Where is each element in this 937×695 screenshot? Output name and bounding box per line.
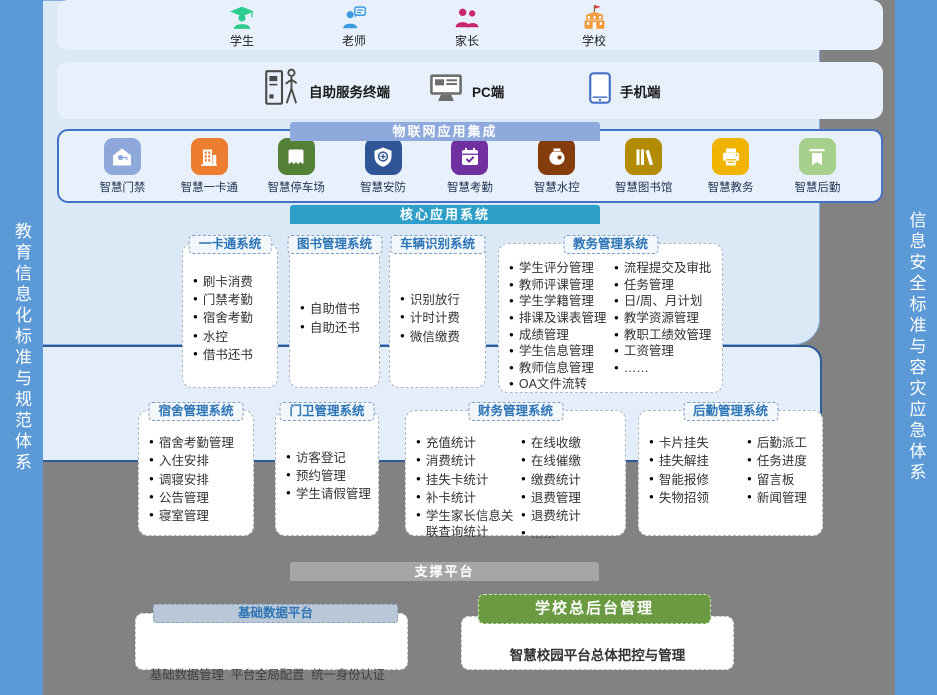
iot-app-edu-affairs: 智慧教务: [692, 138, 770, 195]
subsystem-items-col2: 流程提交及审批 任务管理 日/周、月计划 教学资源管理 教职工绩效管理 工资管理…: [614, 260, 711, 377]
iot-app-one-card: 智慧一卡通: [170, 138, 248, 195]
iot-app-attendance: 智慧考勤: [431, 138, 509, 195]
iot-app-label: 智慧停车场: [257, 179, 335, 195]
subsystem-items: 宿舍考勤管理 入住安排 调寝安排 公告管理 寝室管理: [149, 433, 234, 526]
subsystem-logistics: 后勤管理系统 卡片挂失 挂失解挂 智能报修 失物招领 后勤派工 任务进度 留言板…: [638, 410, 823, 536]
iot-app-parking: 智慧停车场: [257, 138, 335, 195]
iot-app-label: 智慧后勤: [778, 179, 856, 195]
subsystem-items-col1: 卡片挂失 挂失解挂 智能报修 失物招领: [649, 433, 745, 508]
basic-data-platform-functions: 基础数据管理 平台全局配置 统一身份认证 用户账户与权限管理 单点登录: [136, 614, 407, 695]
iot-app-library: 智慧图书馆: [605, 138, 683, 195]
pc-icon: [429, 73, 463, 108]
subsystem-title: 后勤管理系统: [683, 402, 778, 421]
subsystem-items: 自助借书 自助还书: [300, 299, 360, 338]
subsystem-items-col1: 充值统计 消费统计 挂失卡统计 补卡统计 学生家长信息关联查询统计: [416, 433, 519, 543]
subsystem-gatekeeper: 门卫管理系统 访客登记 预约管理 学生请假管理: [275, 410, 379, 536]
subsystem-title: 车辆识别系统: [390, 235, 485, 254]
terminal-label: 手机端: [620, 81, 661, 101]
subsystem-title: 教务管理系统: [563, 235, 658, 254]
subsystem-one-card: 一卡通系统 刷卡消费 门禁考勤 宿舍考勤 水控 借书还书: [182, 243, 278, 388]
school-backend-box: 智慧校园平台总体把控与管理: [461, 616, 734, 670]
subsystem-items-col2: 后勤派工 任务进度 留言板 新闻管理: [747, 433, 807, 508]
iot-app-label: 智慧水控: [518, 179, 596, 195]
door-access-icon: [104, 138, 141, 175]
subsystem-items: 识别放行 计时计费 微信缴费: [400, 290, 460, 347]
iot-app-door-access: 智慧门禁: [83, 138, 161, 195]
subsystem-title: 图书管理系统: [287, 235, 382, 254]
subsystem-items: 访客登记 预约管理 学生请假管理: [286, 448, 371, 505]
subsystem-title: 财务管理系统: [468, 402, 563, 421]
teacher-icon: [312, 4, 396, 31]
one-card-icon: [191, 138, 228, 175]
iot-app-label: 智慧考勤: [431, 179, 509, 195]
user-role-parents: 家长: [425, 4, 509, 49]
user-role-student: 学生: [200, 4, 284, 49]
iot-app-label: 智慧教务: [692, 179, 770, 195]
right-security-label: 信息安全标准与容灾应急体系: [904, 211, 929, 484]
water-control-icon: [538, 138, 575, 175]
subsystem-finance: 财务管理系统 充值统计 消费统计 挂失卡统计 补卡统计 学生家长信息关联查询统计…: [405, 410, 626, 536]
edu-affairs-icon: [712, 138, 749, 175]
kiosk-icon: [264, 67, 300, 114]
iot-app-label: 智慧图书馆: [605, 179, 683, 195]
subsystem-dormitory: 宿舍管理系统 宿舍考勤管理 入住安排 调寝安排 公告管理 寝室管理: [138, 410, 254, 536]
terminal-phone: 手机端: [589, 62, 661, 119]
parking-icon: [278, 138, 315, 175]
user-role-label: 学生: [200, 32, 284, 49]
student-icon: [200, 4, 284, 31]
terminal-pc: PC端: [429, 62, 504, 119]
iot-app-water-control: 智慧水控: [518, 138, 596, 195]
user-roles-box: 学生 老师 家长: [57, 0, 883, 50]
school-backend-desc: 智慧校园平台总体把控与管理: [510, 648, 686, 663]
library-icon: [625, 138, 662, 175]
subsystem-library: 图书管理系统 自助借书 自助还书: [289, 243, 380, 388]
basic-data-line1: 基础数据管理 平台全局配置 统一身份认证: [150, 666, 407, 684]
subsystem-items-col2: 在线收缴 在线催缴 缴费统计 退费管理 退费统计 ……: [521, 433, 581, 545]
subsystem-title: 宿舍管理系统: [148, 402, 243, 421]
security-icon: [365, 138, 402, 175]
iot-app-security: 智慧安防: [344, 138, 422, 195]
attendance-icon: [451, 138, 488, 175]
logistics-icon: [799, 138, 836, 175]
iot-app-label: 智慧门禁: [83, 179, 161, 195]
right-security-bar: 信息安全标准与容灾应急体系: [895, 0, 937, 695]
phone-icon: [589, 72, 611, 109]
subsystem-title: 一卡通系统: [189, 235, 272, 254]
user-role-school: 学校: [552, 4, 636, 49]
basic-data-platform-title: 基础数据平台: [153, 604, 398, 623]
parents-icon: [425, 4, 509, 31]
user-role-teacher: 老师: [312, 4, 396, 49]
left-standards-bar: 教育信息化标准与规范体系: [0, 0, 43, 695]
subsystem-academic: 教务管理系统 学生评分管理 教师评课管理 学生学籍管理 排课及课表管理 成绩管理…: [498, 243, 723, 393]
iot-app-label: 智慧一卡通: [170, 179, 248, 195]
core-section-title: 核心应用系统: [290, 205, 600, 224]
terminal-kiosk: 自助服务终端: [264, 62, 390, 119]
subsystem-items: 刷卡消费 门禁考勤 宿舍考勤 水控 借书还书: [193, 272, 253, 365]
access-terminals-box: 自助服务终端 PC端: [57, 62, 883, 119]
iot-apps-row: 智慧门禁 智慧一卡通 智慧停车场: [57, 138, 883, 195]
school-icon: [552, 4, 636, 31]
terminal-label: 自助服务终端: [309, 81, 390, 101]
user-role-label: 老师: [312, 32, 396, 49]
iot-app-label: 智慧安防: [344, 179, 422, 195]
subsystem-title: 门卫管理系统: [279, 402, 374, 421]
terminal-label: PC端: [472, 81, 504, 101]
school-backend-title: 学校总后台管理: [478, 594, 711, 624]
user-role-label: 家长: [425, 32, 509, 49]
iot-app-logistics: 智慧后勤: [778, 138, 856, 195]
left-standards-label: 教育信息化标准与规范体系: [9, 222, 34, 474]
user-role-label: 学校: [552, 32, 636, 49]
subsystem-items-col1: 学生评分管理 教师评课管理 学生学籍管理 排课及课表管理 成绩管理 学生信息管理…: [509, 260, 612, 394]
smart-campus-architecture-diagram: 教育信息化标准与规范体系 信息安全标准与容灾应急体系 学生: [0, 0, 937, 695]
subsystem-vehicle: 车辆识别系统 识别放行 计时计费 微信缴费: [389, 243, 486, 388]
support-section-title: 支撑平台: [290, 562, 599, 581]
iot-section-title: 物联网应用集成: [290, 122, 600, 141]
